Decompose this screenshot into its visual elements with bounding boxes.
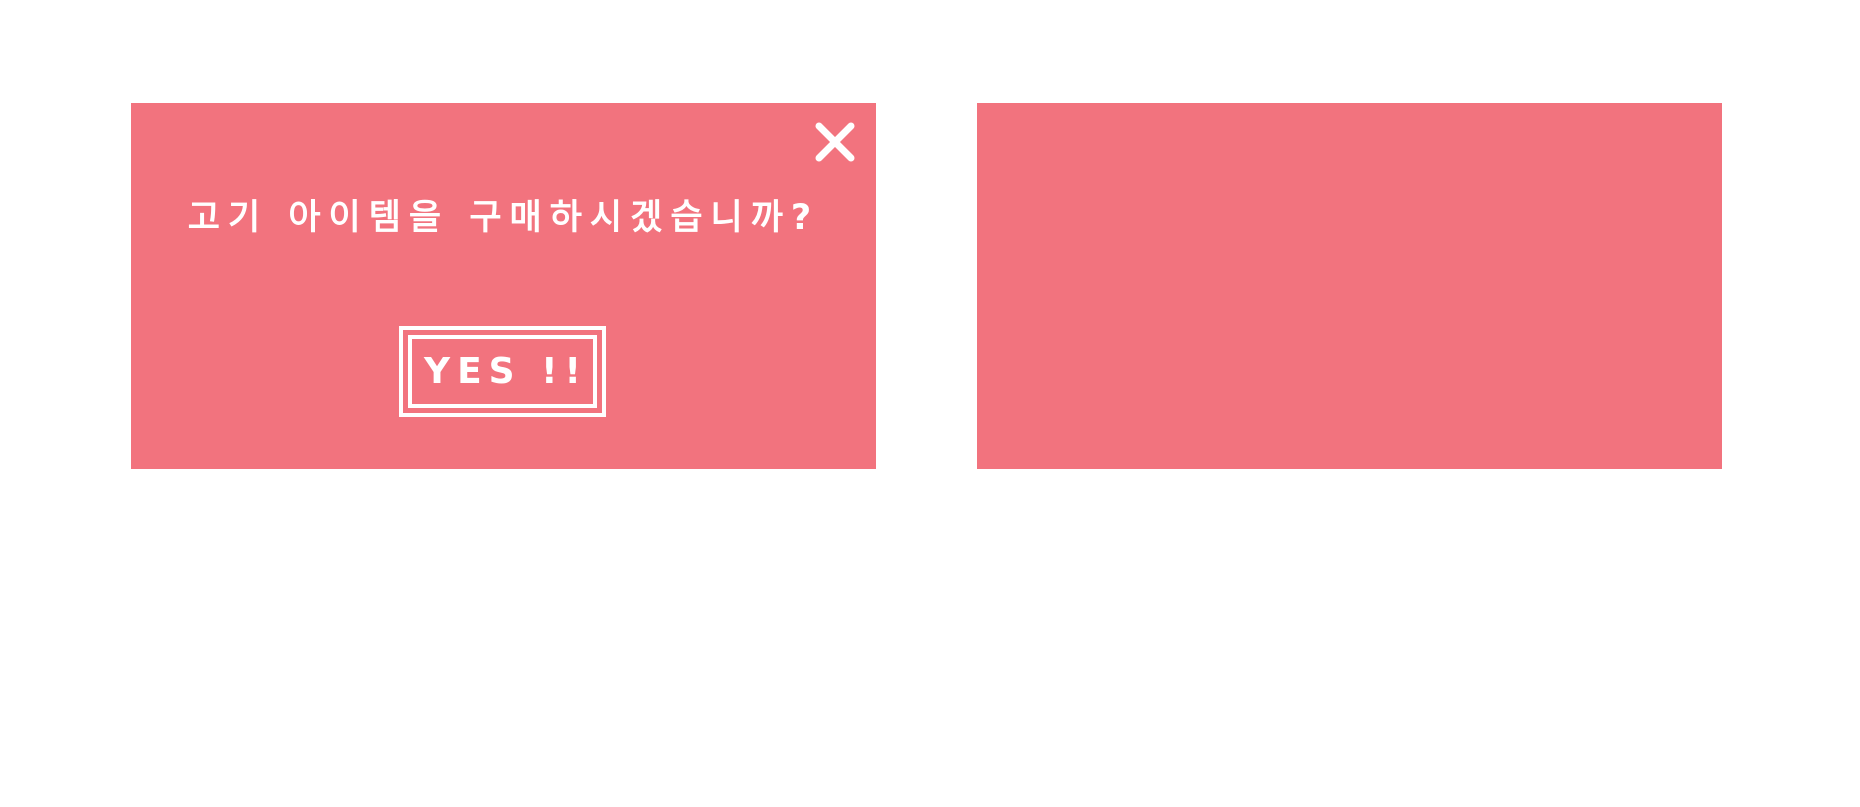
- yes-button-inner-frame: YES !!: [408, 335, 597, 408]
- yes-button[interactable]: YES !!: [399, 326, 606, 417]
- close-icon: [815, 122, 855, 162]
- side-panel: [977, 103, 1722, 469]
- yes-button-label: YES !!: [424, 350, 588, 392]
- purchase-question: 고기 아이템을 구매하시겠습니까?: [187, 198, 820, 238]
- close-button[interactable]: [814, 121, 856, 163]
- purchase-dialog: 고기 아이템을 구매하시겠습니까? YES !!: [131, 103, 876, 469]
